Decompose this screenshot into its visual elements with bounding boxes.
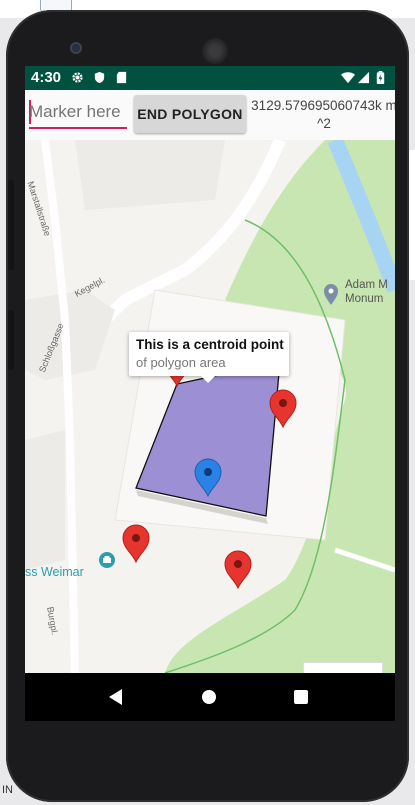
castle-poi-icon xyxy=(99,552,115,568)
poi-label: Adam M Monum xyxy=(345,278,388,306)
weimar-label: ss Weimar xyxy=(25,565,84,579)
building-block xyxy=(75,140,225,210)
info-window-snippet: of polygon area xyxy=(136,355,226,370)
map-view[interactable]: Marstallstraße Kegelpl. Schloßgasse Burg… xyxy=(25,140,395,673)
signal-icon xyxy=(357,71,370,84)
poi-label-line: Adam M xyxy=(345,279,388,291)
info-window-title: This is a centroid point xyxy=(136,337,284,352)
polygon-area-text: 3129.579695060743k m^2 xyxy=(251,98,395,131)
building-block xyxy=(25,430,65,570)
volume-button xyxy=(8,180,14,270)
host-bottom-text: IN xyxy=(2,784,13,796)
device-screen: 4:30 END POLYGON 3129.579695060743k m^2 xyxy=(25,66,395,673)
info-window-tail xyxy=(201,376,215,383)
battery-icon xyxy=(376,71,385,84)
info-window[interactable]: This is a centroid point of polygon area xyxy=(129,332,289,376)
map-zoom-control[interactable] xyxy=(303,662,383,673)
wifi-icon xyxy=(341,72,355,84)
map-canvas[interactable] xyxy=(25,140,395,673)
front-camera xyxy=(70,42,82,54)
recents-icon[interactable] xyxy=(294,690,308,704)
home-icon[interactable] xyxy=(202,690,216,704)
navigation-bar xyxy=(25,673,395,721)
shield-icon xyxy=(94,71,105,84)
poi-label-line: Monum xyxy=(345,293,384,305)
sd-card-icon xyxy=(116,71,127,84)
marker-input[interactable] xyxy=(29,97,127,129)
settings-gear-icon xyxy=(72,72,83,83)
power-button xyxy=(8,310,14,370)
back-icon[interactable] xyxy=(109,689,122,705)
status-bar: 4:30 xyxy=(25,66,395,90)
status-time: 4:30 xyxy=(31,69,62,86)
polygon-toolbar: END POLYGON 3129.579695060743k m^2 xyxy=(25,90,395,140)
earpiece-speaker xyxy=(202,38,228,64)
end-polygon-button[interactable]: END POLYGON xyxy=(134,95,246,133)
